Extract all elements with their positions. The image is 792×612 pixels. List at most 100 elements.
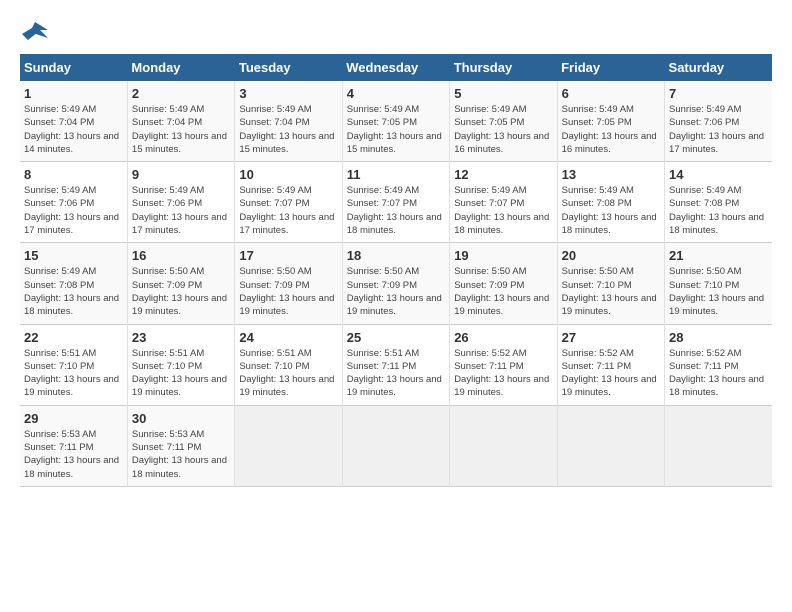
empty-cell [342,405,449,486]
day-cell-28: 28 Sunrise: 5:52 AMSunset: 7:11 PMDayligh… [665,324,772,405]
day-info: Sunrise: 5:53 AMSunset: 7:11 PMDaylight:… [132,429,227,480]
day-number: 15 [24,248,123,263]
day-number: 13 [562,167,660,182]
day-number: 5 [454,86,552,101]
day-info: Sunrise: 5:52 AMSunset: 7:11 PMDaylight:… [669,348,764,399]
day-cell-30: 30 Sunrise: 5:53 AMSunset: 7:11 PMDayligh… [127,405,234,486]
day-number: 23 [132,330,230,345]
day-number: 1 [24,86,123,101]
days-header-row: SundayMondayTuesdayWednesdayThursdayFrid… [20,54,772,81]
day-cell-4: 4 Sunrise: 5:49 AMSunset: 7:05 PMDaylight… [342,81,449,162]
header-day-sunday: Sunday [20,54,127,81]
day-info: Sunrise: 5:50 AMSunset: 7:09 PMDaylight:… [454,266,549,317]
day-cell-20: 20 Sunrise: 5:50 AMSunset: 7:10 PMDayligh… [557,243,664,324]
day-number: 4 [347,86,445,101]
day-cell-2: 2 Sunrise: 5:49 AMSunset: 7:04 PMDaylight… [127,81,234,162]
day-info: Sunrise: 5:49 AMSunset: 7:06 PMDaylight:… [24,185,119,236]
day-number: 21 [669,248,768,263]
day-number: 6 [562,86,660,101]
day-cell-21: 21 Sunrise: 5:50 AMSunset: 7:10 PMDayligh… [665,243,772,324]
day-number: 25 [347,330,445,345]
header [20,20,772,44]
day-cell-16: 16 Sunrise: 5:50 AMSunset: 7:09 PMDayligh… [127,243,234,324]
day-info: Sunrise: 5:50 AMSunset: 7:10 PMDaylight:… [669,266,764,317]
day-number: 19 [454,248,552,263]
day-info: Sunrise: 5:52 AMSunset: 7:11 PMDaylight:… [562,348,657,399]
day-cell-22: 22Sunrise: 5:51 AMSunset: 7:10 PMDayligh… [20,324,127,405]
day-info: Sunrise: 5:49 AMSunset: 7:04 PMDaylight:… [24,104,119,155]
day-number: 14 [669,167,768,182]
day-info: Sunrise: 5:50 AMSunset: 7:09 PMDaylight:… [132,266,227,317]
day-info: Sunrise: 5:49 AMSunset: 7:06 PMDaylight:… [132,185,227,236]
header-day-friday: Friday [557,54,664,81]
day-info: Sunrise: 5:49 AMSunset: 7:07 PMDaylight:… [454,185,549,236]
day-info: Sunrise: 5:49 AMSunset: 7:08 PMDaylight:… [669,185,764,236]
day-info: Sunrise: 5:49 AMSunset: 7:04 PMDaylight:… [239,104,334,155]
day-cell-27: 27 Sunrise: 5:52 AMSunset: 7:11 PMDayligh… [557,324,664,405]
day-info: Sunrise: 5:49 AMSunset: 7:04 PMDaylight:… [132,104,227,155]
day-info: Sunrise: 5:52 AMSunset: 7:11 PMDaylight:… [454,348,549,399]
day-number: 26 [454,330,552,345]
day-cell-14: 14 Sunrise: 5:49 AMSunset: 7:08 PMDayligh… [665,162,772,243]
logo [20,20,54,44]
day-info: Sunrise: 5:49 AMSunset: 7:07 PMDaylight:… [239,185,334,236]
week-row-1: 1 Sunrise: 5:49 AMSunset: 7:04 PMDaylight… [20,81,772,162]
header-day-monday: Monday [127,54,234,81]
header-day-wednesday: Wednesday [342,54,449,81]
day-cell-7: 7Sunrise: 5:49 AMSunset: 7:06 PMDaylight… [665,81,772,162]
header-day-tuesday: Tuesday [235,54,342,81]
day-cell-12: 12 Sunrise: 5:49 AMSunset: 7:07 PMDayligh… [450,162,557,243]
day-info: Sunrise: 5:50 AMSunset: 7:10 PMDaylight:… [562,266,657,317]
day-info: Sunrise: 5:53 AMSunset: 7:11 PMDaylight:… [24,429,119,480]
day-cell-3: 3 Sunrise: 5:49 AMSunset: 7:04 PMDaylight… [235,81,342,162]
empty-cell [235,405,342,486]
day-number: 20 [562,248,660,263]
day-number: 16 [132,248,230,263]
day-info: Sunrise: 5:49 AMSunset: 7:06 PMDaylight:… [669,104,764,155]
logo-icon [20,20,50,44]
day-info: Sunrise: 5:49 AMSunset: 7:08 PMDaylight:… [562,185,657,236]
week-row-2: 8Sunrise: 5:49 AMSunset: 7:06 PMDaylight… [20,162,772,243]
day-info: Sunrise: 5:49 AMSunset: 7:07 PMDaylight:… [347,185,442,236]
empty-cell [665,405,772,486]
day-number: 30 [132,411,230,426]
day-cell-5: 5Sunrise: 5:49 AMSunset: 7:05 PMDaylight… [450,81,557,162]
day-info: Sunrise: 5:50 AMSunset: 7:09 PMDaylight:… [239,266,334,317]
day-cell-25: 25 Sunrise: 5:51 AMSunset: 7:11 PMDayligh… [342,324,449,405]
day-info: Sunrise: 5:49 AMSunset: 7:05 PMDaylight:… [347,104,442,155]
day-number: 17 [239,248,337,263]
day-number: 10 [239,167,337,182]
day-cell-11: 11 Sunrise: 5:49 AMSunset: 7:07 PMDayligh… [342,162,449,243]
day-number: 27 [562,330,660,345]
day-number: 29 [24,411,123,426]
day-cell-29: 29 Sunrise: 5:53 AMSunset: 7:11 PMDayligh… [20,405,127,486]
day-cell-18: 18 Sunrise: 5:50 AMSunset: 7:09 PMDayligh… [342,243,449,324]
day-number: 28 [669,330,768,345]
day-cell-17: 17 Sunrise: 5:50 AMSunset: 7:09 PMDayligh… [235,243,342,324]
day-info: Sunrise: 5:51 AMSunset: 7:10 PMDaylight:… [132,348,227,399]
day-cell-13: 13 Sunrise: 5:49 AMSunset: 7:08 PMDayligh… [557,162,664,243]
empty-cell [450,405,557,486]
day-number: 12 [454,167,552,182]
day-info: Sunrise: 5:51 AMSunset: 7:11 PMDaylight:… [347,348,442,399]
week-row-3: 15 Sunrise: 5:49 AMSunset: 7:08 PMDayligh… [20,243,772,324]
day-number: 11 [347,167,445,182]
day-number: 22 [24,330,123,345]
header-day-saturday: Saturday [665,54,772,81]
day-number: 24 [239,330,337,345]
day-number: 18 [347,248,445,263]
day-cell-6: 6 Sunrise: 5:49 AMSunset: 7:05 PMDaylight… [557,81,664,162]
week-row-4: 22 Sunrise: 5:51 AMSunset: 7:10 PMDayligh… [20,324,772,405]
day-cell-24: 24Sunrise: 5:51 AMSunset: 7:10 PMDayligh… [235,324,342,405]
calendar-table: SundayMondayTuesdayWednesdayThursdayFrid… [20,54,772,487]
day-info: Sunrise: 5:50 AMSunset: 7:09 PMDaylight:… [347,266,442,317]
day-cell-8: 8Sunrise: 5:49 AMSunset: 7:06 PMDaylight… [20,162,127,243]
empty-cell [557,405,664,486]
day-cell-15: 15 Sunrise: 5:49 AMSunset: 7:08 PMDayligh… [20,243,127,324]
day-number: 9 [132,167,230,182]
day-number: 3 [239,86,337,101]
day-info: Sunrise: 5:49 AMSunset: 7:08 PMDaylight:… [24,266,119,317]
day-cell-10: 10 Sunrise: 5:49 AMSunset: 7:07 PMDayligh… [235,162,342,243]
day-info: Sunrise: 5:49 AMSunset: 7:05 PMDaylight:… [562,104,657,155]
day-number: 2 [132,86,230,101]
